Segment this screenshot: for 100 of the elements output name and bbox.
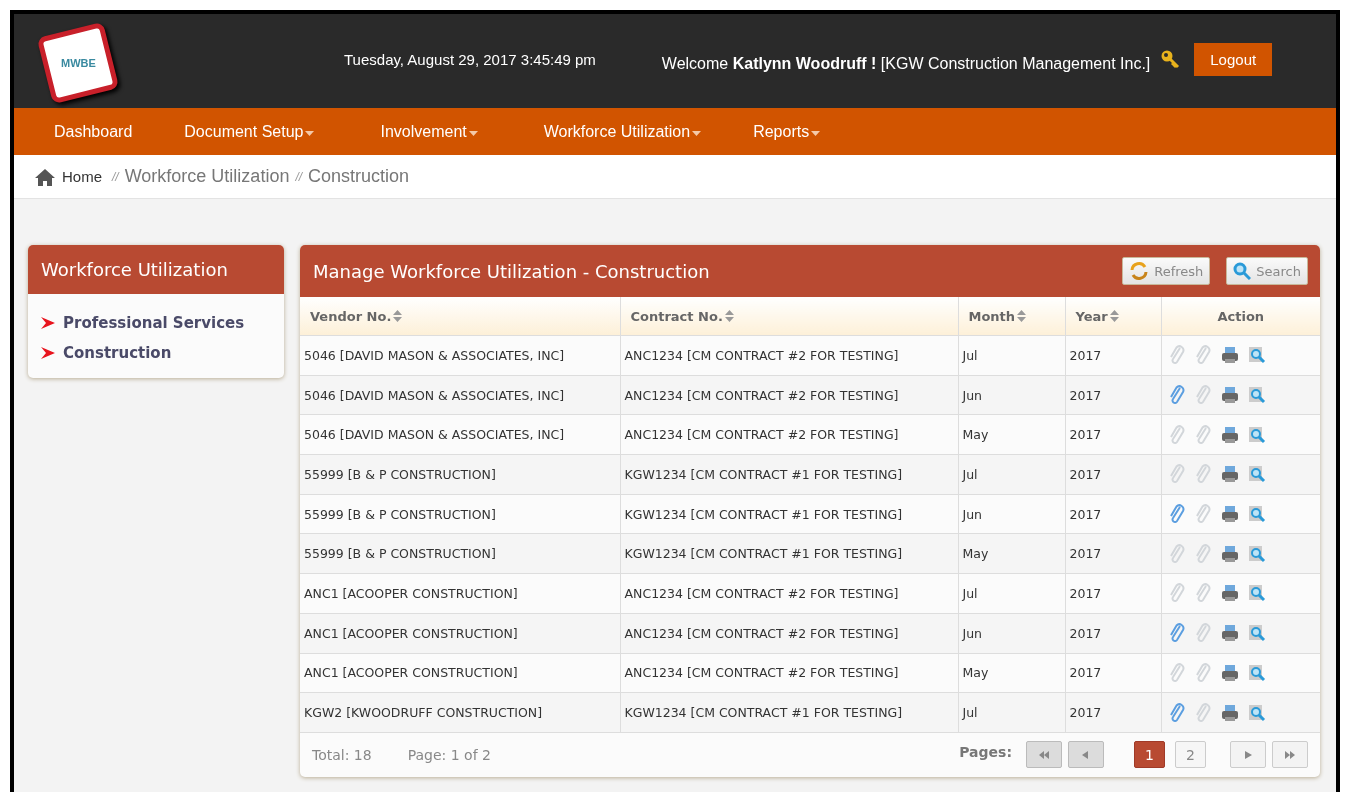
printer-icon[interactable] <box>1221 505 1240 524</box>
table-cell: 2017 <box>1065 533 1161 574</box>
table-cell: 2017 <box>1065 613 1161 653</box>
breadcrumb-separator: // <box>112 169 119 184</box>
printer-icon[interactable] <box>1221 703 1240 722</box>
pager-next-button[interactable] <box>1230 741 1266 769</box>
sidebar-item[interactable]: Construction <box>41 344 271 362</box>
panel-title: Manage Workforce Utilization - Construction <box>313 260 711 282</box>
column-header[interactable]: Year <box>1065 297 1161 336</box>
magnifier-icon[interactable] <box>1248 663 1267 682</box>
magnifier-icon[interactable] <box>1248 346 1267 365</box>
breadcrumb-separator: // <box>295 169 303 184</box>
paperclip-icon[interactable] <box>1194 543 1213 564</box>
nav-menu-item[interactable]: Workforce Utilization <box>543 122 702 141</box>
paperclip-icon[interactable] <box>1167 702 1186 723</box>
paperclip-icon[interactable] <box>1194 385 1213 406</box>
magnifier-icon[interactable] <box>1248 584 1267 603</box>
table-cell: KGW1234 [CM CONTRACT #1 FOR TESTING] <box>620 494 958 534</box>
paperclip-icon[interactable] <box>1194 702 1213 723</box>
column-header[interactable]: Vendor No. <box>300 297 620 336</box>
home-link[interactable]: Home <box>62 168 102 185</box>
table-cell: 55999 [B & P CONSTRUCTION] <box>300 454 620 495</box>
column-header[interactable]: Contract No. <box>620 297 958 336</box>
logout-button[interactable]: Logout <box>1194 42 1273 76</box>
paperclip-icon[interactable] <box>1167 583 1186 604</box>
table-cell: 5046 [DAVID MASON & ASSOCIATES, INC] <box>300 375 620 415</box>
table-cell: KGW2 [KWOODRUFF CONSTRUCTION] <box>300 692 620 733</box>
nav-menu-item[interactable]: Reports <box>753 122 821 141</box>
printer-icon[interactable] <box>1221 465 1240 484</box>
sort-icon <box>1109 309 1119 322</box>
table-cell: ANC1 [ACOOPER CONSTRUCTION] <box>300 573 620 614</box>
page-button[interactable]: 1 <box>1134 741 1165 769</box>
table-cell: Jun <box>958 494 1065 534</box>
table-cell: Jun <box>958 375 1065 415</box>
printer-icon[interactable] <box>1221 584 1240 603</box>
nav-menu-item[interactable]: Dashboard <box>54 122 133 141</box>
paperclip-icon[interactable] <box>1194 345 1213 366</box>
table-cell: 2017 <box>1065 454 1161 495</box>
paperclip-icon[interactable] <box>1194 662 1213 683</box>
paperclip-icon[interactable] <box>1167 464 1186 485</box>
magnifier-icon[interactable] <box>1248 465 1267 484</box>
search-button[interactable]: Search <box>1226 257 1308 285</box>
magnifier-icon[interactable] <box>1248 425 1267 444</box>
caret-icon <box>692 130 702 136</box>
pager-last-button[interactable] <box>1272 741 1308 769</box>
magnifier-icon[interactable] <box>1248 624 1267 643</box>
table-cell: 2017 <box>1065 494 1161 534</box>
table-cell: ANC1 [ACOOPER CONSTRUCTION] <box>300 653 620 693</box>
table-cell: Jul <box>958 454 1065 495</box>
nav-menu-item[interactable]: Document Setup <box>184 122 315 141</box>
table-cell: KGW1234 [CM CONTRACT #1 FOR TESTING] <box>620 692 958 733</box>
table-cell: 55999 [B & P CONSTRUCTION] <box>300 533 620 574</box>
paperclip-icon[interactable] <box>1167 504 1186 525</box>
nav-menu-item[interactable]: Involvement <box>380 122 478 141</box>
column-header[interactable]: Month <box>958 297 1065 336</box>
paperclip-icon[interactable] <box>1194 424 1213 445</box>
table-cell: ANC1234 [CM CONTRACT #2 FOR TESTING] <box>620 414 958 455</box>
double-triangle-icon <box>1284 750 1296 759</box>
sort-icon <box>393 309 403 322</box>
printer-icon[interactable] <box>1221 624 1240 643</box>
magnifier-icon[interactable] <box>1248 703 1267 722</box>
pages-label: Pages: <box>959 743 1012 760</box>
sort-icon <box>1017 309 1027 322</box>
paperclip-icon[interactable] <box>1167 345 1186 366</box>
breadcrumb-link[interactable]: Workforce Utilization <box>124 166 290 187</box>
paperclip-icon[interactable] <box>1167 623 1186 644</box>
paperclip-icon[interactable] <box>1194 504 1213 525</box>
sort-icon <box>724 309 734 322</box>
column-header[interactable]: Action <box>1161 297 1320 336</box>
table-cell: 2017 <box>1065 653 1161 693</box>
magnifier-icon[interactable] <box>1248 386 1267 405</box>
printer-icon[interactable] <box>1221 346 1240 365</box>
page-button[interactable]: 2 <box>1175 741 1206 769</box>
refresh-button[interactable]: Refresh <box>1122 257 1211 285</box>
table-cell: 55999 [B & P CONSTRUCTION] <box>300 494 620 534</box>
table-cell: May <box>958 653 1065 693</box>
logo[interactable]: MWBE <box>36 21 120 105</box>
printer-icon[interactable] <box>1221 386 1240 405</box>
table-cell: 2017 <box>1065 335 1161 376</box>
magnifier-icon[interactable] <box>1248 544 1267 563</box>
caret-icon <box>811 130 821 136</box>
paperclip-icon[interactable] <box>1194 464 1213 485</box>
paperclip-icon[interactable] <box>1167 424 1186 445</box>
total-count: Total: 18 <box>312 746 372 763</box>
sidebar-item[interactable]: Professional Services <box>41 314 271 332</box>
paperclip-icon[interactable] <box>1194 623 1213 644</box>
printer-icon[interactable] <box>1221 663 1240 682</box>
caret-icon <box>468 130 478 136</box>
search-icon <box>1233 262 1252 280</box>
printer-icon[interactable] <box>1221 544 1240 563</box>
table-cell: 5046 [DAVID MASON & ASSOCIATES, INC] <box>300 335 620 376</box>
table-cell: May <box>958 414 1065 455</box>
magnifier-icon[interactable] <box>1248 505 1267 524</box>
table-cell: KGW1234 [CM CONTRACT #1 FOR TESTING] <box>620 533 958 574</box>
paperclip-icon[interactable] <box>1167 543 1186 564</box>
paperclip-icon[interactable] <box>1167 385 1186 406</box>
printer-icon[interactable] <box>1221 425 1240 444</box>
table-cell: 2017 <box>1065 573 1161 614</box>
paperclip-icon[interactable] <box>1167 662 1186 683</box>
paperclip-icon[interactable] <box>1194 583 1213 604</box>
